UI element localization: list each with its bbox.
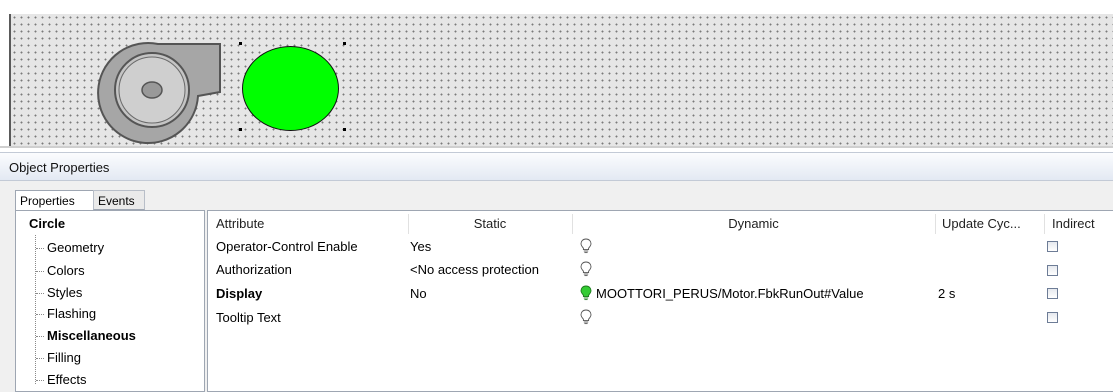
tree-item-effects[interactable]: Effects: [36, 370, 87, 390]
cell-attribute[interactable]: Authorization: [216, 259, 406, 281]
tree-item-label: Styles: [47, 285, 83, 300]
tree-item-label: Miscellaneous: [47, 328, 136, 343]
dynamic-on-bulb-icon[interactable]: [580, 285, 592, 301]
column-header-update-cycle[interactable]: Update Cyc...: [942, 214, 1043, 234]
cell-dynamic[interactable]: MOOTTORI_PERUS/Motor.FbkRunOut#Value: [596, 283, 934, 305]
column-separator[interactable]: [1044, 214, 1045, 234]
selection-handle[interactable]: [239, 42, 242, 45]
design-canvas[interactable]: [9, 14, 1113, 146]
circle-object[interactable]: [242, 46, 339, 131]
cell-static[interactable]: <No access protection: [410, 259, 571, 281]
tab-events[interactable]: Events: [93, 190, 145, 210]
selection-handle[interactable]: [343, 42, 346, 45]
cell-static[interactable]: No: [410, 283, 571, 305]
tree-item-label: Filling: [47, 350, 81, 365]
dynamic-off-bulb-icon[interactable]: [580, 309, 592, 325]
tab-properties[interactable]: Properties: [15, 190, 94, 210]
column-header-attribute[interactable]: Attribute: [216, 214, 406, 234]
cell-attribute[interactable]: Tooltip Text: [216, 307, 406, 329]
tree-item-label: Flashing: [47, 306, 97, 321]
indirect-checkbox[interactable]: [1047, 312, 1058, 323]
canvas-bottom-border: [0, 146, 1113, 148]
tree-item-styles[interactable]: Styles: [36, 283, 82, 303]
tree-item-miscellaneous[interactable]: Miscellaneous: [36, 326, 136, 346]
column-separator[interactable]: [935, 214, 936, 234]
indirect-checkbox[interactable]: [1047, 265, 1058, 276]
indirect-checkbox[interactable]: [1047, 241, 1058, 252]
column-header-indirect[interactable]: Indirect: [1052, 214, 1113, 234]
cell-static[interactable]: Yes: [410, 236, 571, 258]
column-header-dynamic[interactable]: Dynamic: [573, 214, 934, 234]
object-properties-titlebar: Object Properties: [0, 152, 1113, 181]
selection-handle[interactable]: [239, 128, 242, 131]
window-title: Object Properties: [9, 160, 110, 175]
cell-attribute[interactable]: Operator-Control Enable: [216, 236, 406, 258]
tree-item-filling[interactable]: Filling: [36, 348, 81, 368]
tree-item-geometry[interactable]: Geometry: [36, 238, 104, 258]
tree-item-label: Geometry: [47, 240, 105, 255]
blower-fan-object[interactable]: [96, 40, 231, 150]
cell-update-cycle[interactable]: 2 s: [938, 283, 1038, 305]
dynamic-off-bulb-icon[interactable]: [580, 238, 592, 254]
column-header-static[interactable]: Static: [409, 214, 571, 234]
tree-item-label: Colors: [47, 263, 85, 278]
tree-item-label: Effects: [47, 372, 87, 387]
cell-attribute[interactable]: Display: [216, 283, 406, 305]
selection-handle[interactable]: [343, 128, 346, 131]
property-tree: Circle Geometry Colors Styles Flashing M…: [15, 210, 205, 392]
dynamic-off-bulb-icon[interactable]: [580, 261, 592, 277]
tree-item-colors[interactable]: Colors: [36, 261, 85, 281]
tree-root-circle[interactable]: Circle: [29, 216, 65, 231]
tree-item-flashing[interactable]: Flashing: [36, 304, 96, 324]
indirect-checkbox[interactable]: [1047, 288, 1058, 299]
